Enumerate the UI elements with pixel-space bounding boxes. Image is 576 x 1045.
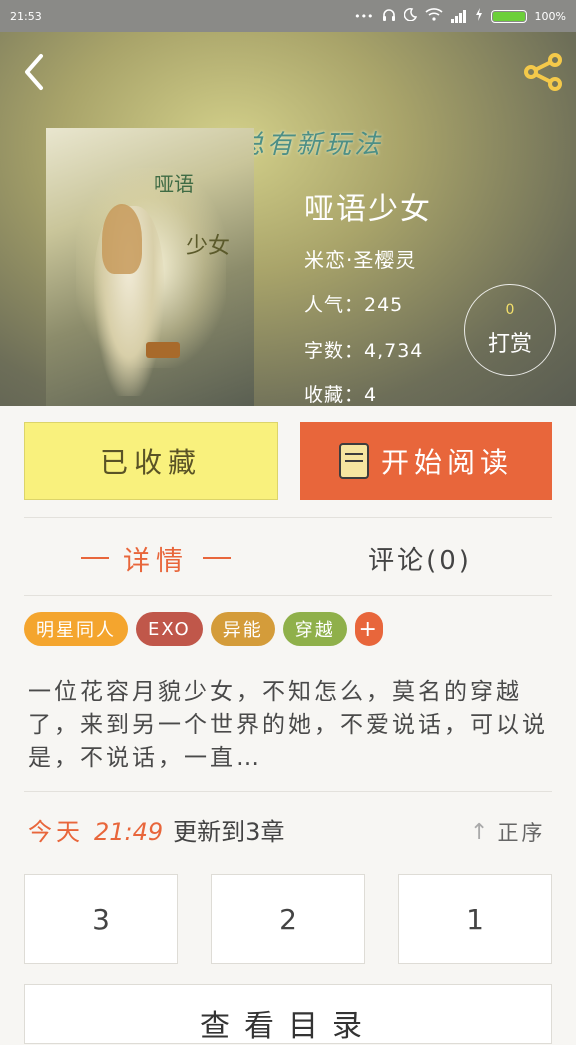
chevron-left-icon <box>25 54 43 90</box>
chapter-number: 1 <box>466 902 484 936</box>
signal-icon <box>450 9 467 23</box>
favorites-stat: 收藏：4 <box>304 384 378 406</box>
sort-button[interactable]: ↑ 正序 <box>470 814 554 850</box>
back-button[interactable] <box>14 50 54 94</box>
update-info: 今天 21:49 更新到3章 <box>28 812 284 847</box>
tab-dash-right <box>203 557 231 559</box>
share-button[interactable] <box>518 50 568 94</box>
tip-label: 打赏 <box>487 332 532 357</box>
view-catalog-label: 查看目录 <box>200 1009 376 1044</box>
start-reading-label: 开始阅读 <box>380 446 513 479</box>
tip-count: 0 <box>505 302 515 318</box>
view-catalog-button[interactable]: 查看目录 <box>24 984 552 1044</box>
chapter-card[interactable]: 3 <box>24 874 178 964</box>
update-time: 21:49 <box>94 818 164 846</box>
tag-chip[interactable]: EXO <box>136 612 203 646</box>
chapter-card[interactable]: 1 <box>398 874 552 964</box>
chapter-number: 3 <box>92 902 110 936</box>
tag-list: 明星同人 EXO 异能 穿越 + <box>24 612 383 646</box>
book-icon <box>338 443 369 479</box>
arrow-up-icon: ↑ <box>470 819 492 845</box>
start-reading-button[interactable]: 开始阅读 <box>300 422 552 500</box>
update-text: 更新到3章 <box>173 818 285 846</box>
share-icon <box>524 53 562 91</box>
tip-button[interactable]: 0 打赏 <box>464 284 556 376</box>
divider <box>24 791 552 792</box>
collected-button[interactable]: 已收藏 <box>24 422 278 500</box>
moon-icon <box>403 8 417 24</box>
tag-chip[interactable]: 穿越 <box>282 612 347 646</box>
add-tag-button[interactable]: + <box>354 612 383 646</box>
tag-chip[interactable]: 明星同人 <box>24 612 128 646</box>
tab-details-label: 详情 <box>123 545 189 577</box>
chapter-card[interactable]: 2 <box>211 874 365 964</box>
cover-title-bottom: 少女 <box>186 234 231 259</box>
battery-icon <box>490 9 527 23</box>
battery-text: 100% <box>534 9 566 23</box>
status-icons: ••• 100% <box>354 8 566 25</box>
chapter-number: 2 <box>279 902 297 936</box>
book-title: 哑语少女 <box>304 192 432 227</box>
word-count-stat: 字数：4,734 <box>304 340 424 362</box>
tab-comments-label: 评论(0) <box>368 545 472 576</box>
status-bar: 21:53 ••• 100% <box>0 0 576 32</box>
update-day: 今天 <box>28 818 84 846</box>
more-dots-icon: ••• <box>354 9 374 23</box>
book-description[interactable]: 一位花容月貌少女，不知怎么，莫名的穿越了，来到另一个世界的她，不爱说话，可以说是… <box>28 676 548 775</box>
divider <box>24 517 552 518</box>
divider <box>24 595 552 596</box>
tab-dash-left <box>81 557 109 559</box>
tag-chip[interactable]: 异能 <box>210 612 275 646</box>
tab-comments[interactable]: 评论(0) <box>288 530 552 586</box>
cover-title-top: 哑语 <box>154 172 194 196</box>
popularity-stat: 人气：245 <box>304 294 404 316</box>
charging-icon <box>475 8 483 24</box>
sort-label: 正序 <box>497 821 546 845</box>
book-author: 米恋·圣樱灵 <box>304 248 417 272</box>
wifi-icon <box>425 8 443 24</box>
book-hero: 音乐总有新玩法 哑语 少女 哑语少女 米恋·圣樱灵 人气：245 字数：4,73… <box>0 32 576 406</box>
book-cover: 哑语 少女 <box>46 128 254 406</box>
headset-icon <box>382 8 396 25</box>
status-time: 21:53 <box>10 9 42 23</box>
collected-label: 已收藏 <box>99 446 202 479</box>
tab-details[interactable]: 详情 <box>24 530 288 586</box>
